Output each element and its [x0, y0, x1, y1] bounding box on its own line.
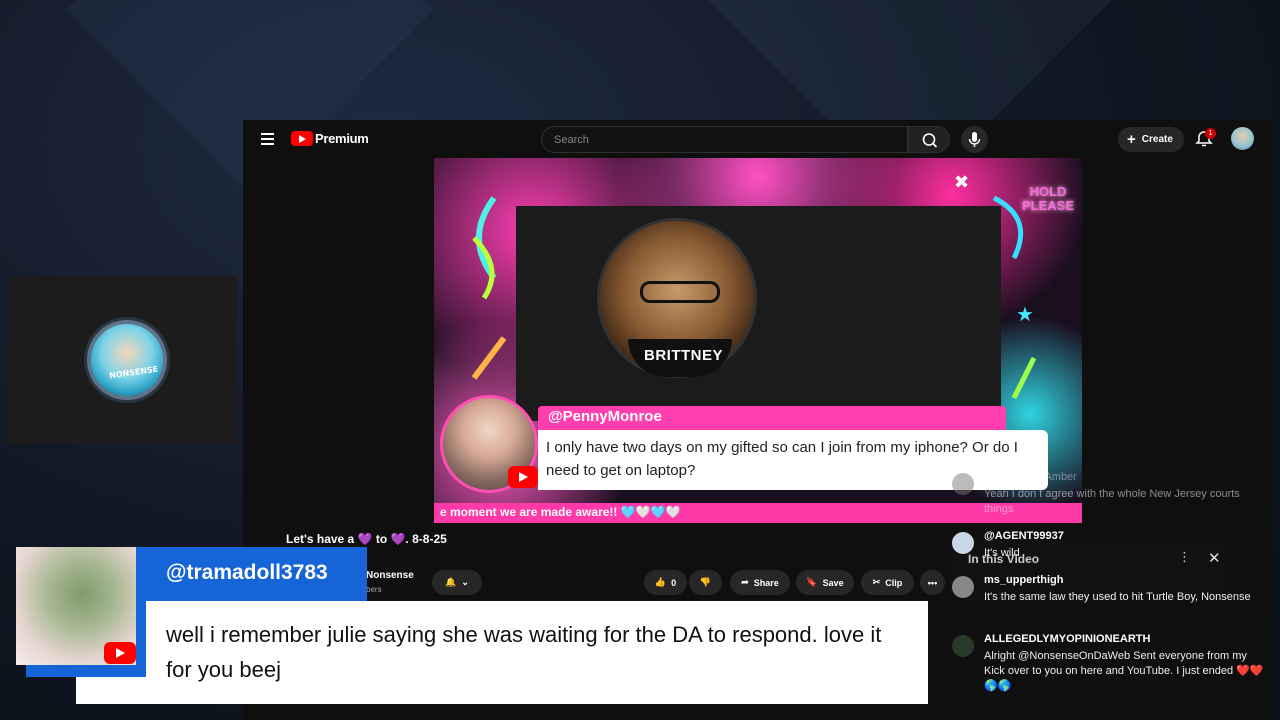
chat-author: ms_upperthigh	[984, 574, 1064, 586]
channel-name[interactable]: Nonsense	[366, 570, 414, 581]
chat-avatar	[952, 532, 974, 554]
share-label: Share	[753, 577, 779, 588]
highlighted-comment-author: @tramadoll3783	[166, 561, 328, 584]
bear-shirt-text: BRITTNEY	[644, 347, 723, 364]
share-button[interactable]: ➦ Share	[730, 570, 790, 595]
hold-please-sign: HOLD PLEASE	[1021, 184, 1074, 213]
chat-author: lAmber	[1042, 471, 1077, 483]
subscriber-count: bers	[366, 585, 382, 594]
hamburger-menu-icon[interactable]	[261, 133, 274, 145]
featured-comment-text: I only have two days on my gifted so can…	[546, 439, 1018, 479]
avatar-logo-text: NONSENSE	[108, 364, 159, 381]
thumbs-up-icon: 👍	[654, 577, 667, 587]
profile-avatar[interactable]	[1231, 127, 1254, 150]
featured-comment-author: @PennyMonroe	[548, 408, 662, 425]
video-player[interactable]: ✖ ★ HOLD PLEASE BRITTNEY @PennyMonroe I o…	[434, 158, 1082, 523]
save-button[interactable]: 🔖 Save	[796, 570, 854, 595]
bell-icon: 🔔	[445, 577, 457, 587]
chat-text: It's wild	[984, 547, 1020, 559]
search-icon	[922, 133, 938, 148]
chat-avatar	[952, 576, 974, 598]
create-label: Create	[1141, 134, 1173, 145]
search-input[interactable]	[542, 127, 907, 152]
chat-author: ALLEGEDLYMYOPINIONEARTH	[984, 633, 1151, 645]
thumbs-down-icon: 👎	[699, 577, 712, 587]
video-title: Let's have a 💜 to 💜. 8-8-25	[286, 532, 447, 546]
ticker-text: e moment we are made aware!! 🩵🤍🩵🤍	[440, 505, 681, 519]
highlighted-comment-accent	[26, 665, 146, 677]
plus-icon: +	[1127, 130, 1136, 148]
chat-text: Alright @NonsenseOnDaWeb Sent everyone f…	[984, 650, 1264, 692]
voice-search-button[interactable]	[961, 126, 988, 153]
highlighted-comment-handle: @tramadoll3783	[136, 547, 367, 601]
brittney-bear-avatar: BRITTNEY	[597, 218, 757, 378]
highlighted-comment-text: well i remember julie saying she was wai…	[166, 622, 882, 682]
save-label: Save	[822, 577, 844, 588]
svg-text:✖: ✖	[954, 172, 969, 193]
dislike-button[interactable]: 👎	[689, 570, 722, 595]
chat-text: It's the same law they used to hit Turtl…	[984, 591, 1251, 603]
like-button[interactable]: 👍 0	[644, 570, 687, 595]
streamer-avatar: NONSENSE	[87, 320, 167, 400]
youtube-play-icon	[104, 642, 136, 664]
more-actions-button[interactable]: •••	[920, 570, 945, 595]
search-button[interactable]	[908, 126, 950, 153]
youtube-logo-icon[interactable]	[291, 131, 313, 146]
clip-label: Clip	[885, 577, 903, 588]
highlighted-comment-body: well i remember julie saying she was wai…	[76, 601, 928, 704]
like-count: 0	[671, 577, 677, 588]
search-box[interactable]	[541, 126, 908, 153]
notification-count-badge: 1	[1205, 128, 1216, 139]
youtube-topbar: Premium + Create 1	[243, 120, 1273, 158]
chat-avatar	[952, 473, 974, 495]
clip-button[interactable]: ✂ Clip	[861, 570, 914, 595]
microphone-icon	[968, 132, 981, 147]
chat-author: @AGENT99937	[984, 530, 1064, 542]
scissors-icon: ✂	[872, 577, 881, 587]
chevron-down-icon: ⌄	[461, 577, 469, 587]
share-icon: ➦	[741, 577, 749, 587]
youtube-play-icon	[508, 466, 538, 488]
youtube-brand[interactable]: Premium	[315, 131, 369, 146]
create-button[interactable]: + Create	[1118, 127, 1184, 152]
glasses-icon	[640, 281, 720, 303]
streamer-camera-box: NONSENSE	[7, 276, 237, 444]
bookmark-icon: 🔖	[806, 577, 818, 587]
more-dots-icon: •••	[927, 577, 938, 588]
svg-text:★: ★	[1016, 302, 1034, 326]
chat-text: Yeah I don t agree with the whole New Je…	[984, 488, 1240, 515]
stream-dark-panel	[516, 206, 1001, 421]
chat-avatar	[952, 635, 974, 657]
highlighted-commenter-avatar	[16, 547, 136, 665]
subscribe-bell-button[interactable]: 🔔 ⌄	[432, 570, 482, 595]
featured-comment-handle: @PennyMonroe	[538, 406, 1006, 430]
